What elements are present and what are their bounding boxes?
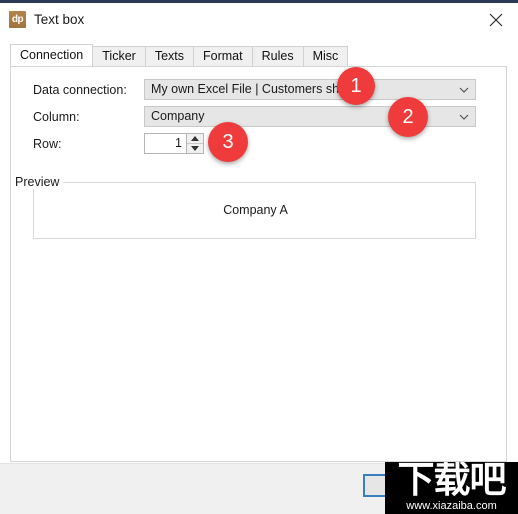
tab-strip: Connection Ticker Texts Format Rules Mis… <box>10 44 349 66</box>
stepper-down-button[interactable] <box>187 144 203 153</box>
column-value: Company <box>151 109 205 123</box>
stepper-up-button[interactable] <box>187 134 203 144</box>
text-box-dialog: dp Text box Connection Ticker Texts Form… <box>0 0 518 514</box>
tab-connection[interactable]: Connection <box>10 44 94 66</box>
annotation-marker-3: 3 <box>208 122 248 162</box>
row-value: 1 <box>175 136 182 150</box>
data-connection-combobox[interactable]: My own Excel File | Customers sheet <box>144 79 476 100</box>
tab-format[interactable]: Format <box>193 46 253 66</box>
app-icon: dp <box>9 11 26 28</box>
chevron-down-icon[interactable] <box>453 80 475 99</box>
preview-groupbox: Company A <box>33 182 476 239</box>
watermark-brand: 下载吧 <box>397 462 507 501</box>
data-connection-label: Data connection: <box>33 83 127 97</box>
preview-text: Company A <box>223 203 288 217</box>
chevron-down-icon[interactable] <box>453 107 475 126</box>
watermark-url: www.xiazaiba.com <box>406 500 497 512</box>
window-title: Text box <box>34 12 85 27</box>
row-number-input[interactable]: 1 <box>144 133 204 154</box>
row-stepper <box>186 134 203 153</box>
annotation-marker-2: 2 <box>388 97 428 137</box>
title-bar: dp Text box <box>0 3 518 36</box>
tab-misc[interactable]: Misc <box>302 46 349 66</box>
tab-ticker[interactable]: Ticker <box>92 46 146 66</box>
data-connection-value: My own Excel File | Customers sheet <box>151 82 357 96</box>
close-button[interactable] <box>474 3 518 36</box>
tab-texts[interactable]: Texts <box>144 46 195 66</box>
tab-rules[interactable]: Rules <box>251 46 304 66</box>
watermark-overlay: 下载吧 www.xiazaiba.com <box>385 462 518 514</box>
column-label: Column: <box>33 110 80 124</box>
preview-groupbox-title: Preview <box>11 175 64 189</box>
row-label: Row: <box>33 137 62 151</box>
annotation-marker-1: 1 <box>337 67 375 105</box>
